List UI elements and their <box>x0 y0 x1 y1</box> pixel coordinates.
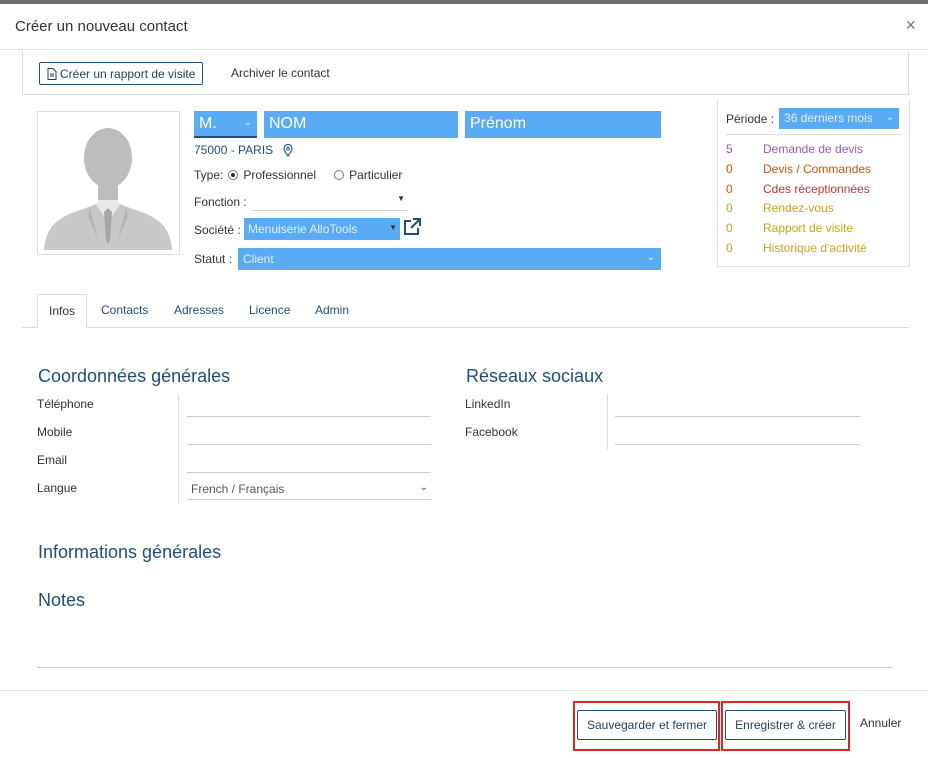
dialog-footer: Sauvegarder et fermer Enregistrer & crée… <box>0 690 928 758</box>
linkedin-label: LinkedIn <box>465 397 511 411</box>
divider <box>178 394 179 504</box>
divider <box>607 394 608 450</box>
external-link-icon[interactable] <box>402 217 422 237</box>
tab-admin[interactable]: Admin <box>315 294 349 328</box>
stat-label: Rendez-vous <box>763 201 834 216</box>
chevron-down-icon: ⌄ <box>646 252 655 263</box>
map-pin-icon <box>283 143 293 157</box>
save-and-create-button[interactable]: Enregistrer & créer <box>725 710 846 740</box>
societe-value: Menuiserie AlloTools <box>248 222 358 236</box>
address-line[interactable]: 75000 - PARIS <box>194 143 293 157</box>
radio-particulier[interactable] <box>334 170 345 180</box>
general-contact-heading: Coordonnées générales <box>38 366 231 386</box>
stat-count: 0 <box>726 181 733 196</box>
radio-professionnel[interactable] <box>228 170 239 180</box>
period-filter: Période : 36 derniers mois ⌄ <box>726 108 900 129</box>
document-icon <box>47 67 57 80</box>
activity-stats: 5 Demande de devis 0 Devis / Commandes 0… <box>726 142 871 261</box>
tab-licence[interactable]: Licence <box>249 294 290 328</box>
cancel-button[interactable]: Annuler <box>860 716 901 730</box>
stat-count: 5 <box>726 142 733 156</box>
contact-type-group: Type: Professionnel Particulier <box>194 168 402 182</box>
email-label: Email <box>37 453 68 467</box>
stat-label: Demande de devis <box>763 142 864 156</box>
type-label: Type: <box>194 168 224 182</box>
email-input[interactable] <box>187 472 431 473</box>
stat-row-devis-orders[interactable]: 0 Devis / Commandes <box>726 162 871 182</box>
phone-input[interactable] <box>187 416 431 417</box>
linkedin-input[interactable] <box>615 416 860 417</box>
mobile-input[interactable] <box>187 444 431 445</box>
facebook-label: Facebook <box>465 425 518 439</box>
period-select[interactable]: 36 derniers mois ⌄ <box>779 108 900 129</box>
social-networks-heading: Réseaux sociaux <box>466 366 604 386</box>
stat-row-received-orders[interactable]: 0 Cdes réceptionnées <box>726 182 871 202</box>
stat-row-activity-history[interactable]: 0 Historique d'activité <box>726 241 871 261</box>
stat-row-visit-reports[interactable]: 0 Rapport de visite <box>726 221 871 241</box>
tab-infos[interactable]: Infos <box>37 294 88 328</box>
stat-label: Cdes réceptionnées <box>763 181 870 196</box>
caret-down-icon: ▼ <box>389 223 397 232</box>
contact-avatar[interactable] <box>37 111 180 255</box>
notes-heading: Notes <box>38 590 86 610</box>
stat-count: 0 <box>726 201 733 216</box>
statut-value: Client <box>243 252 274 266</box>
facebook-input[interactable] <box>615 444 860 445</box>
create-visit-report-button[interactable]: Créer un rapport de visite <box>39 62 204 85</box>
dialog-title: Créer un nouveau contact <box>15 18 188 35</box>
address-text: 75000 - PARIS <box>194 143 274 157</box>
civility-select[interactable]: M. ⌄ <box>194 111 257 138</box>
fonction-label: Fonction : <box>194 195 247 209</box>
notes-input[interactable] <box>37 667 893 668</box>
caret-down-icon: ▼ <box>397 194 405 203</box>
activity-summary-panel: Période : 36 derniers mois ⌄ 5 Demande d… <box>717 99 910 267</box>
tab-adresses[interactable]: Adresses <box>174 294 224 328</box>
societe-label: Société : <box>194 223 241 237</box>
period-value: 36 derniers mois <box>784 111 873 125</box>
statut-label: Statut : <box>194 252 233 266</box>
stat-count: 0 <box>726 161 733 176</box>
general-info-heading: Informations générales <box>38 542 222 562</box>
societe-select[interactable]: Menuiserie AlloTools ▼ <box>244 218 400 240</box>
stat-label: Rapport de visite <box>763 221 854 236</box>
person-silhouette-icon <box>44 128 172 250</box>
statut-select[interactable]: Client ⌄ <box>238 248 661 270</box>
civility-value: M. <box>199 115 217 132</box>
first-name-input[interactable]: Prénom <box>465 111 661 138</box>
archive-contact-link[interactable]: Archiver le contact <box>231 66 330 80</box>
stat-row-appointments[interactable]: 0 Rendez-vous <box>726 201 871 221</box>
mobile-label: Mobile <box>37 425 73 439</box>
language-label: Langue <box>37 481 78 495</box>
dialog-header: Créer un nouveau contact × <box>0 4 928 50</box>
divider <box>726 134 902 135</box>
save-and-close-button[interactable]: Sauvegarder et fermer <box>577 710 717 740</box>
language-value: French / Français <box>191 482 285 496</box>
chevron-down-icon: ⌄ <box>419 482 428 493</box>
tab-contacts[interactable]: Contacts <box>101 294 148 328</box>
close-icon[interactable]: × <box>905 15 916 36</box>
last-name-input[interactable]: NOM <box>264 111 458 138</box>
period-label: Période : <box>726 111 775 126</box>
stat-count: 0 <box>726 221 733 236</box>
stat-row-devis-requests[interactable]: 5 Demande de devis <box>726 142 871 162</box>
stat-label: Historique d'activité <box>763 240 867 255</box>
radio-particulier-label: Particulier <box>349 168 403 182</box>
language-select[interactable]: French / Français ⌄ <box>187 482 431 500</box>
stat-label: Devis / Commandes <box>763 161 872 176</box>
chevron-down-icon: ⌄ <box>885 112 895 123</box>
contact-toolbar: Créer un rapport de visite Archiver le c… <box>22 51 909 95</box>
phone-label: Téléphone <box>37 397 94 411</box>
create-contact-dialog: Créer un nouveau contact × Créer un rapp… <box>0 4 928 758</box>
stat-count: 0 <box>726 240 733 255</box>
fonction-select[interactable]: ▼ <box>252 192 408 211</box>
contact-tabs: Infos Contacts Adresses Licence Admin <box>22 294 909 328</box>
radio-professionnel-label: Professionnel <box>243 168 317 182</box>
chevron-down-icon: ⌄ <box>243 117 252 128</box>
create-visit-report-label: Créer un rapport de visite <box>60 66 196 81</box>
